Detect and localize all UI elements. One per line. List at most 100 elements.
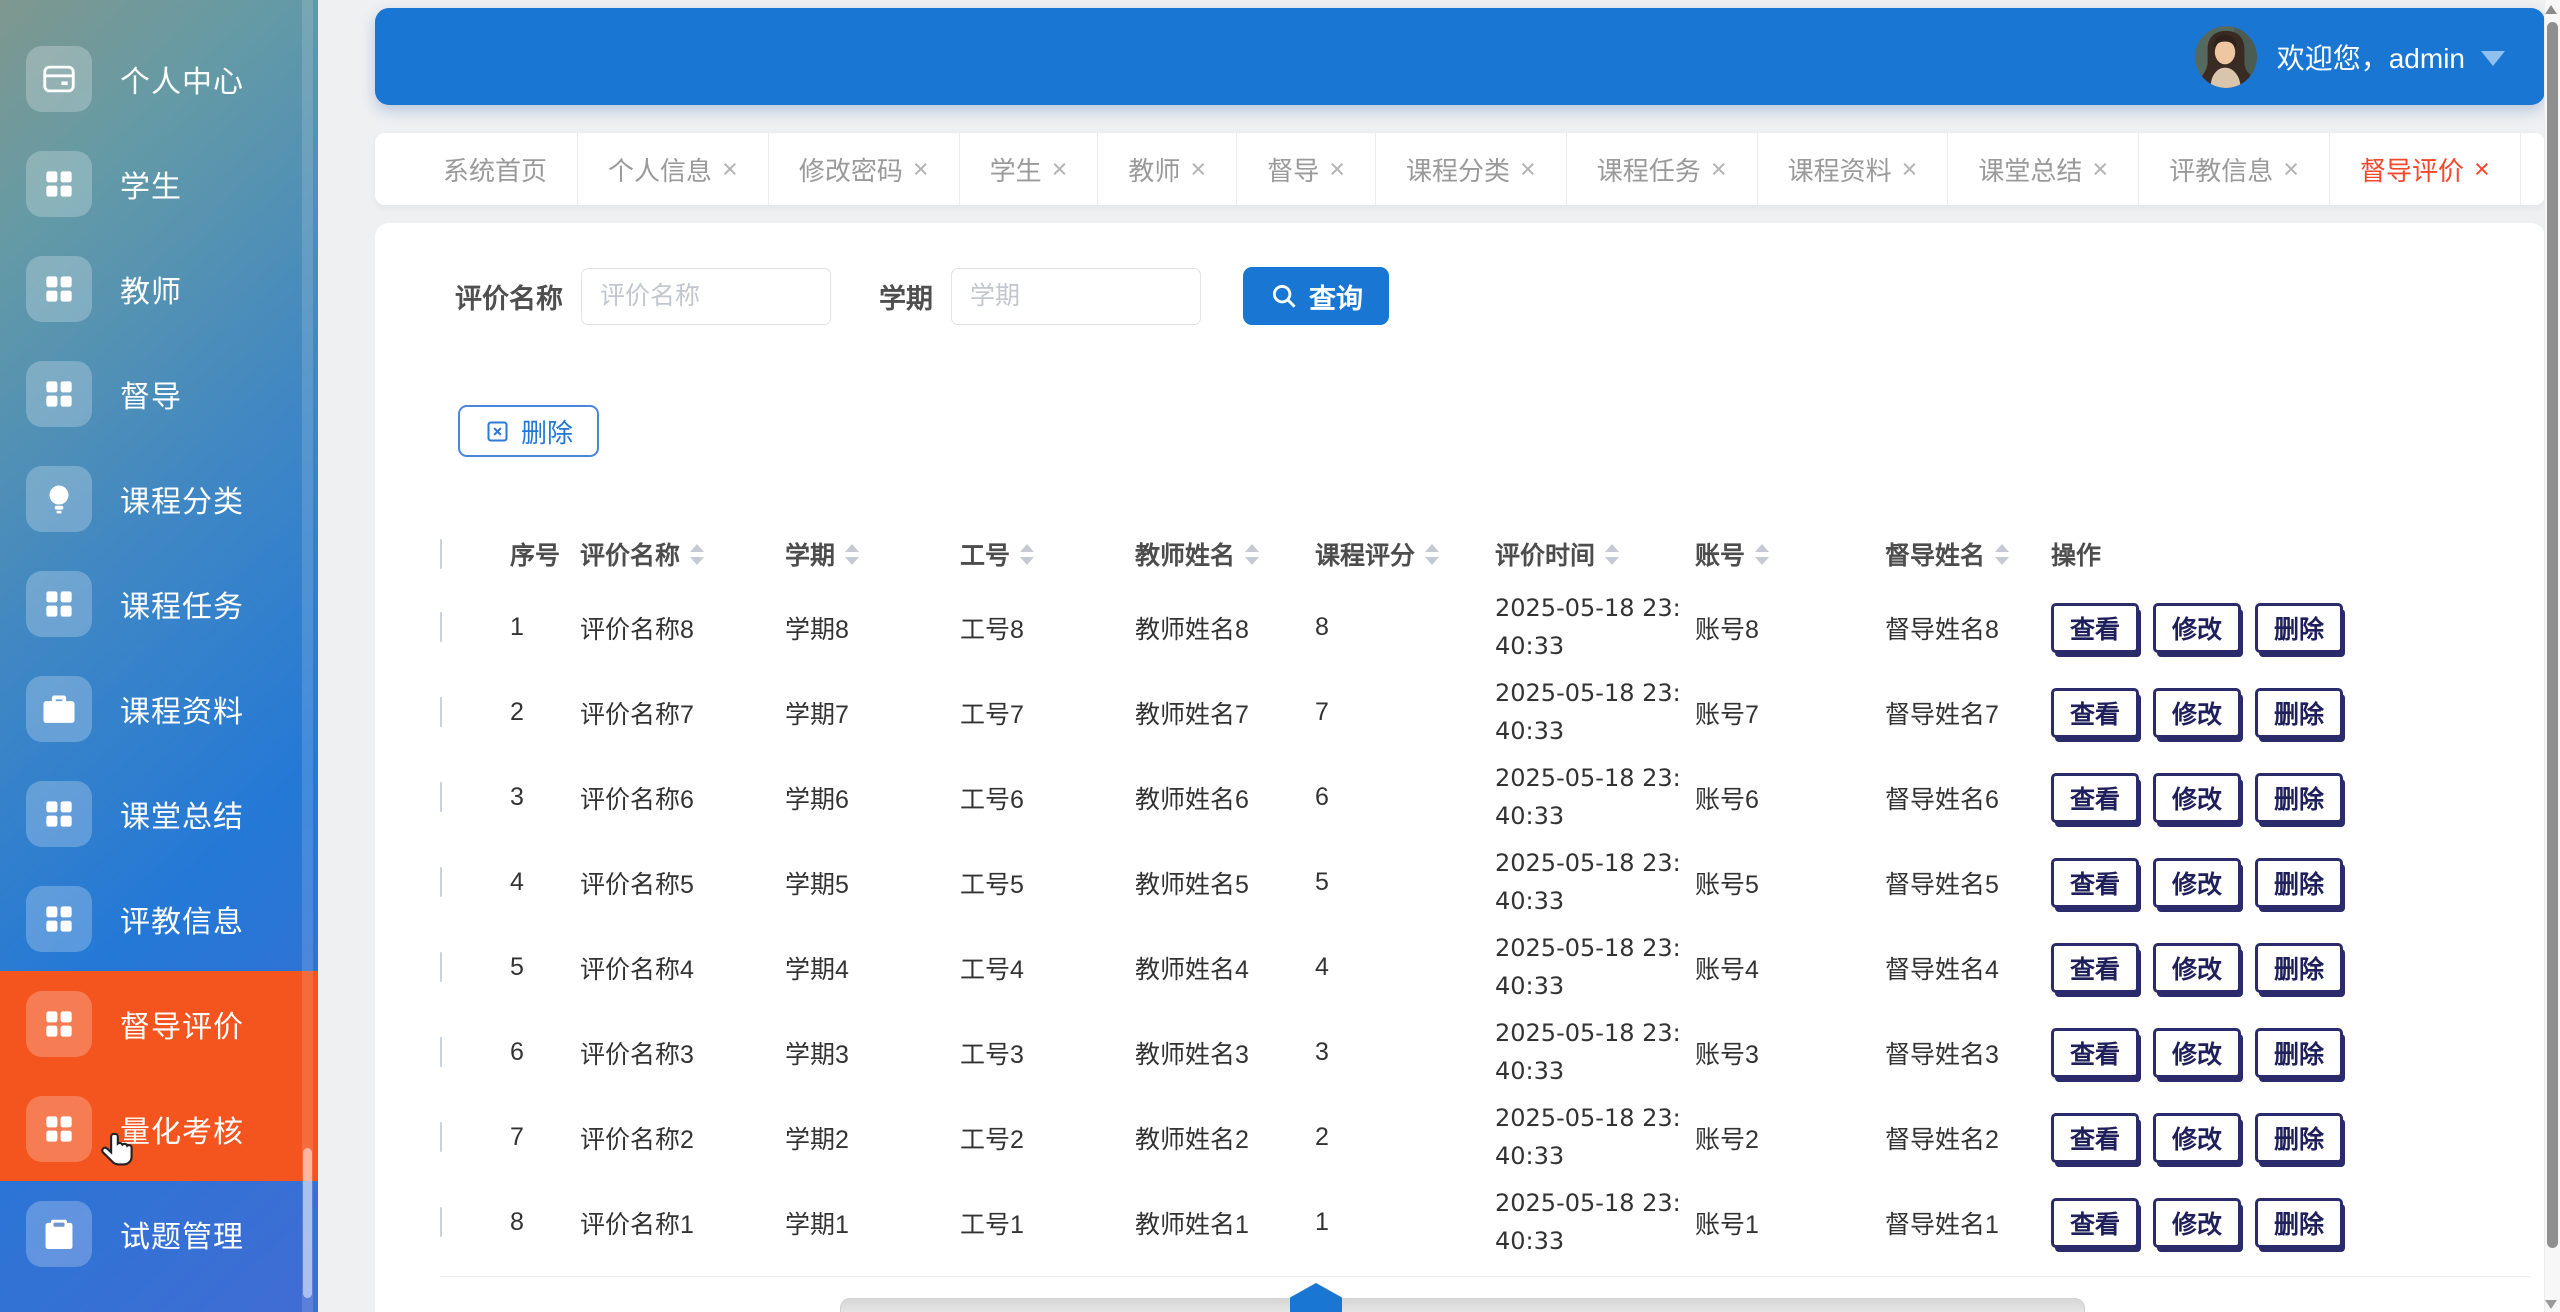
- table-row: 3评价名称6学期6工号6教师姓名662025-05-18 23:40:33账号6…: [440, 755, 2530, 840]
- sort-arrows-icon[interactable]: [1755, 544, 1769, 565]
- horizontal-scrollbar-thumb[interactable]: [1290, 1283, 1342, 1312]
- tab-close-icon[interactable]: ×: [1711, 154, 1727, 185]
- row-checkbox[interactable]: [440, 782, 442, 812]
- view-button[interactable]: 查看: [2051, 1113, 2139, 1163]
- user-dropdown[interactable]: 欢迎您，admin: [2195, 26, 2505, 88]
- edit-button[interactable]: 修改: [2153, 858, 2241, 908]
- edit-button[interactable]: 修改: [2153, 1028, 2241, 1078]
- row-checkbox[interactable]: [440, 1207, 442, 1237]
- sort-arrows-icon[interactable]: [690, 544, 704, 565]
- tab-close-icon[interactable]: ×: [2092, 154, 2108, 185]
- delete-button[interactable]: 删除: [2255, 858, 2343, 908]
- bulk-delete-button[interactable]: 删除: [458, 405, 599, 457]
- tab-个人信息[interactable]: 个人信息 ×: [578, 133, 769, 205]
- tab-课堂总结[interactable]: 课堂总结×: [1948, 133, 2139, 205]
- tab-课程资料[interactable]: 课程资料×: [1758, 133, 1949, 205]
- bulk-delete-label: 删除: [521, 413, 573, 450]
- sidebar-item-students[interactable]: 学生: [0, 131, 318, 236]
- grid-icon: [26, 1096, 92, 1162]
- tab-修改密码[interactable]: 修改密码 ×: [769, 133, 960, 205]
- scroll-up-arrow-icon[interactable]: [2545, 5, 2557, 14]
- tab-close-icon[interactable]: ×: [722, 154, 738, 185]
- view-button[interactable]: 查看: [2051, 1198, 2139, 1248]
- tab-close-icon[interactable]: ×: [1902, 154, 1918, 185]
- delete-button[interactable]: 删除: [2255, 1113, 2343, 1163]
- sidebar-scrollbar-thumb[interactable]: [303, 1148, 312, 1298]
- tab-课程任务[interactable]: 课程任务×: [1567, 133, 1758, 205]
- row-checkbox[interactable]: [440, 612, 442, 642]
- tab-close-icon[interactable]: ×: [2474, 154, 2490, 185]
- tab-教师[interactable]: 教师×: [1098, 133, 1237, 205]
- avatar[interactable]: [2195, 26, 2257, 88]
- edit-button[interactable]: 修改: [2153, 603, 2241, 653]
- view-button[interactable]: 查看: [2051, 1028, 2139, 1078]
- sort-arrows-icon[interactable]: [1020, 544, 1034, 565]
- column-header-label: 教师姓名: [1135, 536, 1235, 572]
- row-checkbox[interactable]: [440, 867, 442, 897]
- view-button[interactable]: 查看: [2051, 858, 2139, 908]
- cell-index: 3: [510, 783, 524, 811]
- sidebar-item-course-category[interactable]: 课程分类: [0, 446, 318, 551]
- tab-close-icon[interactable]: ×: [1520, 154, 1536, 185]
- sidebar-item-evaluation-info[interactable]: 评教信息: [0, 866, 318, 971]
- sidebar-item-supervisor-evaluation[interactable]: 督导评价: [0, 971, 318, 1076]
- edit-button[interactable]: 修改: [2153, 1113, 2241, 1163]
- chevron-down-icon[interactable]: [2481, 51, 2505, 66]
- tab-close-icon[interactable]: ×: [913, 154, 929, 185]
- tab-close-icon[interactable]: ×: [1329, 154, 1345, 185]
- delete-button[interactable]: 删除: [2255, 603, 2343, 653]
- sort-arrows-icon[interactable]: [845, 544, 859, 565]
- delete-button[interactable]: 删除: [2255, 688, 2343, 738]
- view-button[interactable]: 查看: [2051, 943, 2139, 993]
- sidebar-item-label: 评教信息: [120, 897, 244, 941]
- sidebar-item-quantitative-assessment[interactable]: 量化考核: [0, 1076, 318, 1181]
- sort-arrows-icon[interactable]: [1425, 544, 1439, 565]
- delete-button[interactable]: 删除: [2255, 1028, 2343, 1078]
- sort-arrows-icon[interactable]: [1245, 544, 1259, 565]
- view-button[interactable]: 查看: [2051, 688, 2139, 738]
- edit-button[interactable]: 修改: [2153, 943, 2241, 993]
- tab-督导评价[interactable]: 督导评价×: [2330, 133, 2521, 205]
- tab-close-icon[interactable]: ×: [1190, 154, 1206, 185]
- term-input[interactable]: [951, 268, 1201, 325]
- select-all-checkbox[interactable]: [440, 539, 442, 569]
- edit-button[interactable]: 修改: [2153, 1198, 2241, 1248]
- tab-课程分类[interactable]: 课程分类×: [1376, 133, 1567, 205]
- horizontal-scrollbar-track[interactable]: [840, 1298, 2085, 1312]
- tab-close-icon[interactable]: ×: [2283, 154, 2299, 185]
- row-checkbox[interactable]: [440, 1122, 442, 1152]
- delete-button[interactable]: 删除: [2255, 1198, 2343, 1248]
- tab-label: 个人信息: [608, 151, 712, 188]
- sort-arrows-icon[interactable]: [1605, 544, 1619, 565]
- sidebar-item-supervisors[interactable]: 督导: [0, 341, 318, 446]
- tab-系统首页[interactable]: 系统首页: [375, 133, 578, 205]
- sidebar-item-personal-center[interactable]: 个人中心: [0, 26, 318, 131]
- tab-label: 修改密码: [799, 151, 903, 188]
- tab-close-icon[interactable]: ×: [1052, 154, 1068, 185]
- scroll-down-arrow-icon[interactable]: [2545, 1300, 2557, 1309]
- sidebar-item-class-summary[interactable]: 课堂总结: [0, 761, 318, 866]
- eval-name-input[interactable]: [581, 268, 831, 325]
- page-scrollbar-thumb[interactable]: [2547, 22, 2558, 1248]
- view-button[interactable]: 查看: [2051, 773, 2139, 823]
- cell-eval-time: 2025-05-18 23:40:33: [1495, 1015, 1695, 1089]
- table-row: 5评价名称4学期4工号4教师姓名442025-05-18 23:40:33账号4…: [440, 925, 2530, 1010]
- view-button[interactable]: 查看: [2051, 603, 2139, 653]
- sidebar-item-course-materials[interactable]: 课程资料: [0, 656, 318, 761]
- edit-button[interactable]: 修改: [2153, 773, 2241, 823]
- sidebar-item-exam-questions[interactable]: 试题管理: [0, 1181, 318, 1286]
- sort-arrows-icon[interactable]: [1995, 544, 2009, 565]
- query-button[interactable]: 查询: [1243, 267, 1389, 325]
- row-checkbox[interactable]: [440, 1037, 442, 1067]
- edit-button[interactable]: 修改: [2153, 688, 2241, 738]
- delete-button[interactable]: 删除: [2255, 943, 2343, 993]
- delete-button[interactable]: 删除: [2255, 773, 2343, 823]
- tab-督导[interactable]: 督导×: [1237, 133, 1376, 205]
- row-checkbox[interactable]: [440, 952, 442, 982]
- row-checkbox[interactable]: [440, 697, 442, 727]
- tab-评教信息[interactable]: 评教信息×: [2139, 133, 2330, 205]
- cell-teacher-name: 教师姓名3: [1135, 1041, 1249, 1069]
- sidebar-item-teachers[interactable]: 教师: [0, 236, 318, 341]
- tab-学生[interactable]: 学生×: [960, 133, 1099, 205]
- sidebar-item-course-tasks[interactable]: 课程任务: [0, 551, 318, 656]
